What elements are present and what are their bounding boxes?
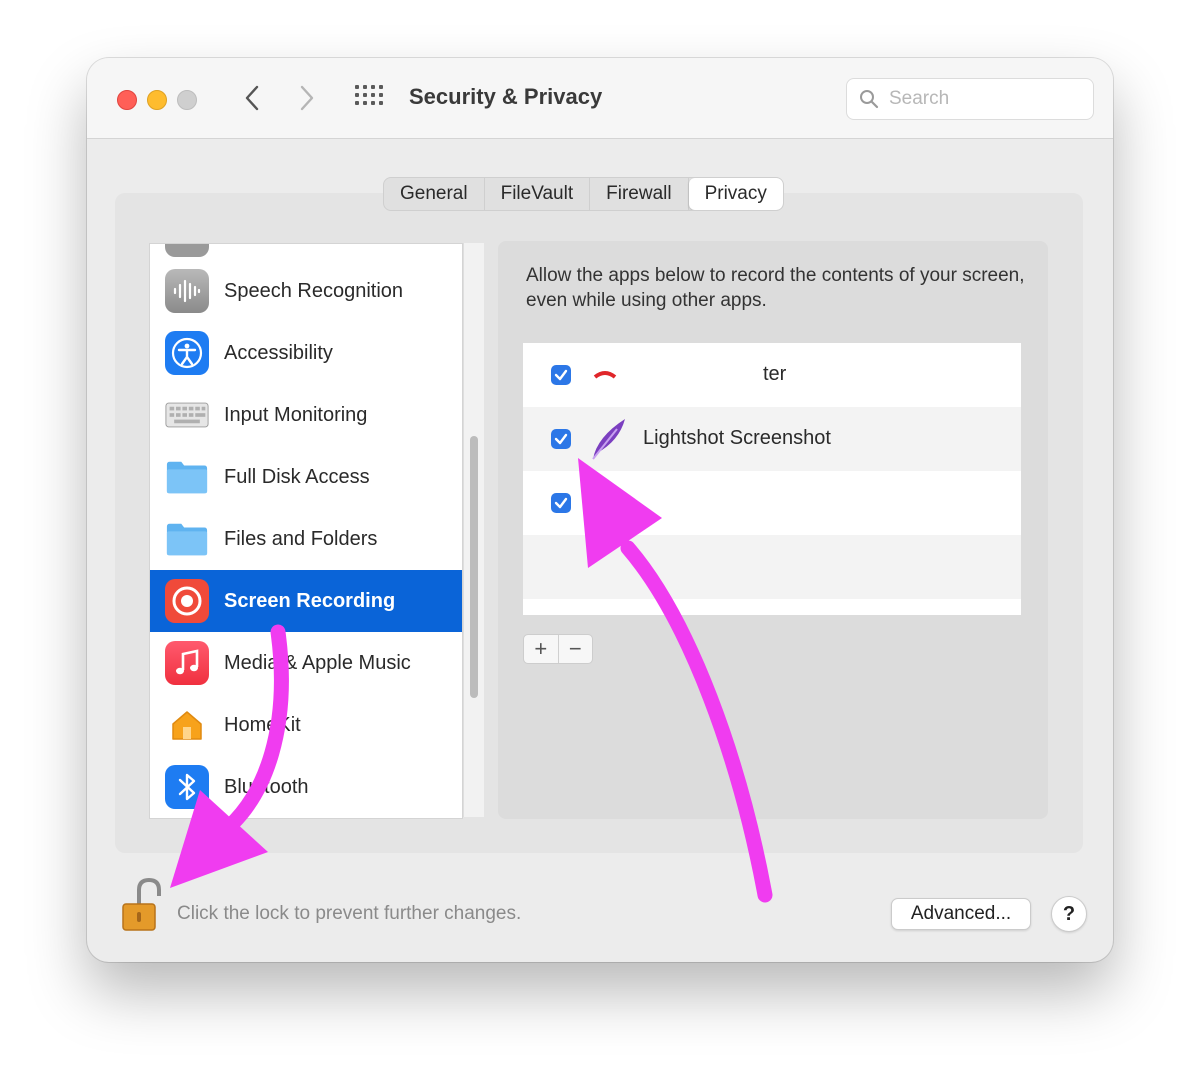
sidebar-item-label: Bluetooth — [224, 775, 309, 798]
empty-row — [523, 535, 1021, 599]
forward-button[interactable] — [292, 82, 322, 114]
sidebar-scrollbar[interactable] — [463, 243, 484, 817]
title-bar: Security & Privacy — [87, 58, 1113, 139]
window-title: Security & Privacy — [409, 84, 603, 109]
checkmark-icon — [554, 433, 568, 445]
screen-recording-icon — [165, 579, 209, 623]
app-name: Lightshot Screenshot — [643, 427, 831, 449]
tab-privacy[interactable]: Privacy — [688, 178, 783, 210]
sidebar-item-label: Media & Apple Music — [224, 651, 411, 674]
sidebar-item-input-monitoring[interactable]: Input Monitoring — [150, 384, 462, 446]
tab-firewall[interactable]: Firewall — [590, 178, 689, 210]
app-name: ter — [763, 363, 787, 385]
checkmark-icon — [554, 497, 568, 509]
add-app-button[interactable]: + — [524, 635, 559, 663]
tab-filevault[interactable]: FileVault — [485, 178, 591, 210]
scrollbar-thumb[interactable] — [470, 436, 478, 698]
lock-icon[interactable] — [117, 876, 169, 934]
panel-description: Allow the apps below to record the conte… — [526, 265, 1025, 311]
folder-icon — [165, 517, 209, 561]
folder-icon — [165, 455, 209, 499]
chevron-left-icon — [245, 85, 259, 111]
close-window-button[interactable] — [117, 90, 137, 110]
sidebar-item-accessibility[interactable]: Accessibility — [150, 322, 462, 384]
sidebar-item-label: HomeKit — [224, 713, 301, 736]
bluetooth-icon — [165, 765, 209, 809]
search-field[interactable] — [846, 78, 1094, 120]
search-icon — [860, 90, 879, 109]
app-checkbox[interactable] — [551, 365, 571, 385]
generic-app-icon — [165, 244, 209, 257]
feather-icon — [592, 419, 625, 460]
music-note-icon — [165, 641, 209, 685]
waveform-icon — [165, 269, 209, 313]
checkmark-icon — [554, 369, 568, 381]
sidebar-item-label: Screen Recording — [224, 589, 396, 612]
minimize-window-button[interactable] — [147, 90, 167, 110]
accessibility-icon — [165, 331, 209, 375]
app-checkbox[interactable] — [551, 493, 571, 513]
add-remove-control: + − — [523, 634, 593, 664]
back-button[interactable] — [237, 82, 267, 114]
sidebar-item-speech-recognition[interactable]: Speech Recognition — [150, 260, 462, 322]
sidebar-item-full-disk-access[interactable]: Full Disk Access — [150, 446, 462, 508]
privacy-category-list: Speech Recognition Accessibility Input M… — [149, 243, 463, 819]
remove-app-button[interactable]: − — [559, 635, 593, 663]
tab-general[interactable]: General — [384, 178, 485, 210]
sidebar-item-media-apple-music[interactable]: Media & Apple Music — [150, 632, 462, 694]
search-input[interactable] — [887, 85, 1081, 113]
allowed-apps-list: ter Lightshot Screenshot — [523, 343, 1021, 615]
lock-status-text: Click the lock to prevent further change… — [177, 903, 522, 924]
app-icon-partial — [593, 371, 617, 379]
sidebar-item-label: Full Disk Access — [224, 465, 370, 488]
app-row[interactable]: Lightshot Screenshot — [523, 407, 1021, 471]
sidebar-item-bluetooth[interactable]: Bluetooth — [150, 756, 462, 818]
system-preferences-window: Security & Privacy General FileVault Fir… — [87, 58, 1113, 962]
sidebar-item-label: Speech Recognition — [224, 279, 404, 302]
show-all-grid-icon[interactable] — [355, 85, 385, 113]
help-button[interactable]: ? — [1051, 896, 1087, 932]
sidebar-item-screen-recording[interactable]: Screen Recording — [150, 570, 462, 632]
tab-bar: General FileVault Firewall Privacy — [383, 177, 784, 211]
app-checkbox[interactable] — [551, 429, 571, 449]
app-row[interactable] — [523, 471, 1021, 535]
keyboard-icon — [165, 393, 209, 437]
app-row[interactable]: ter — [523, 343, 1021, 407]
sidebar-item-label: Input Monitoring — [224, 403, 368, 426]
sidebar-item-label: Files and Folders — [224, 527, 378, 550]
advanced-button[interactable]: Advanced... — [891, 898, 1031, 930]
sidebar-item-files-and-folders[interactable]: Files and Folders — [150, 508, 462, 570]
zoom-window-button[interactable] — [177, 90, 197, 110]
sidebar-item-homekit[interactable]: HomeKit — [150, 694, 462, 756]
home-icon — [165, 703, 209, 747]
screen-recording-panel: Allow the apps below to record the conte… — [498, 241, 1048, 819]
chevron-right-icon — [300, 85, 314, 111]
sidebar-item-label: Accessibility — [224, 341, 333, 364]
